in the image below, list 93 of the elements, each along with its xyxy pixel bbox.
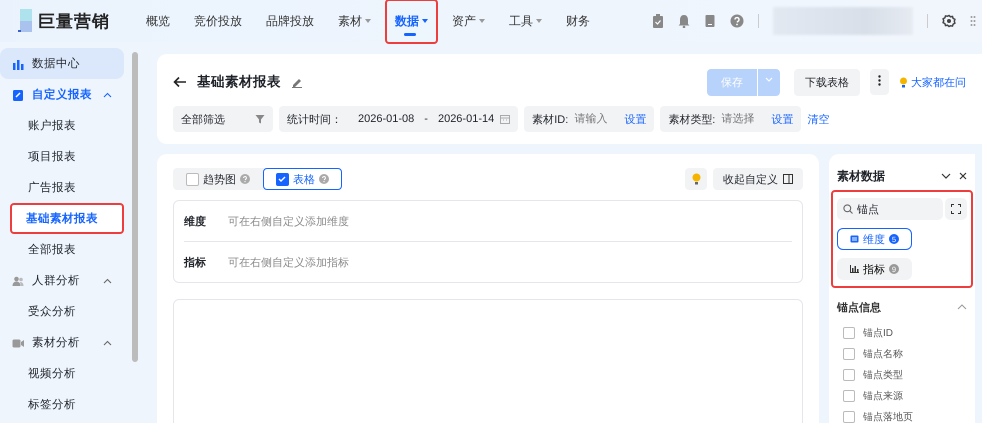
sidebar-item[interactable]: 标签分析	[0, 389, 124, 420]
close-icon[interactable]	[959, 172, 967, 180]
nav-tab[interactable]: 竞价投放	[184, 4, 252, 38]
sidebar-item[interactable]: 数据中心	[0, 48, 124, 79]
nav-tab[interactable]: 数据	[385, 0, 438, 44]
brand-name: 巨量营销	[38, 10, 110, 32]
bar-chart-icon	[12, 58, 24, 70]
option-label: 锚点落地页	[863, 410, 913, 423]
sidebar-item[interactable]: 受众分析	[0, 296, 124, 327]
help-icon[interactable]	[730, 14, 744, 28]
date-range-field[interactable]: 统计时间： 2026-01-08 - 2026-01-14	[279, 106, 518, 132]
view-toggle[interactable]: 趋势图	[173, 168, 263, 190]
nav-tab[interactable]: 素材	[328, 4, 381, 38]
sidebar-item[interactable]: 视频分析	[0, 358, 124, 389]
hint-text: 可在右侧自定义添加维度	[228, 214, 349, 228]
bar-chart-icon	[850, 265, 859, 273]
input-field[interactable]: 请输入	[574, 113, 618, 125]
people-icon	[12, 274, 24, 286]
sidebar-item[interactable]: 全部报表	[0, 234, 124, 265]
checkbox[interactable]	[276, 172, 289, 186]
help-icon[interactable]	[240, 174, 250, 184]
calendar-icon	[500, 114, 510, 124]
grid-icon[interactable]	[970, 14, 976, 28]
caret-icon	[536, 19, 542, 23]
filter-icon	[255, 114, 265, 124]
checkbox[interactable]	[843, 390, 855, 402]
field-label: 素材类型:	[668, 112, 716, 126]
list-icon	[850, 235, 859, 243]
option-label: 锚点ID	[863, 326, 893, 340]
panel-title: 素材数据	[837, 168, 885, 184]
view-toggle[interactable]: 表格	[263, 168, 342, 190]
nav-tab[interactable]: 概览	[136, 4, 180, 38]
option-label: 锚点名称	[863, 348, 903, 360]
nav-tab[interactable]: 财务	[556, 4, 600, 38]
panel-icon	[783, 174, 793, 184]
caret-icon	[365, 19, 371, 23]
expand-icon	[951, 204, 961, 214]
lightbulb-icon	[899, 76, 908, 88]
more-button[interactable]	[870, 69, 889, 95]
set-link[interactable]: 设置	[624, 112, 646, 126]
nav-tab[interactable]: 资产	[442, 4, 495, 38]
lightbulb-icon	[692, 173, 700, 185]
collapse-icon[interactable]	[957, 304, 967, 310]
sidebar-item[interactable]: 项目报表	[0, 141, 124, 172]
checkbox[interactable]	[186, 172, 199, 186]
caret-icon	[422, 19, 428, 23]
document-icon	[12, 88, 24, 100]
collapse-icon[interactable]	[103, 278, 112, 284]
faq-link[interactable]: 大家都在问	[899, 74, 966, 90]
chevron-down-icon[interactable]	[941, 173, 951, 179]
input-field[interactable]: 请选择	[721, 113, 766, 125]
sidebar-group[interactable]: 自定义报表	[0, 79, 124, 110]
sidebar-item[interactable]: 基础素材报表	[10, 203, 124, 234]
edit-icon[interactable]	[291, 76, 303, 88]
clipboard-icon[interactable]	[652, 14, 664, 28]
hint-text: 可在右侧自定义添加指标	[228, 256, 349, 270]
field-label: 素材ID:	[532, 112, 568, 126]
check-icon	[277, 174, 287, 184]
section-title: 锚点信息	[837, 300, 881, 314]
checkbox[interactable]	[843, 348, 855, 360]
nav-tab[interactable]: 工具	[499, 4, 552, 38]
video-camera-icon	[12, 336, 24, 348]
document-icon[interactable]	[704, 14, 716, 28]
sidebar-group[interactable]: 人群分析	[0, 265, 124, 296]
sidebar-item[interactable]: 账户报表	[0, 110, 124, 141]
scrollbar[interactable]	[132, 52, 138, 362]
more-icon	[878, 75, 881, 86]
fullscreen-button[interactable]	[945, 198, 967, 220]
set-link[interactable]: 设置	[771, 112, 794, 126]
search-icon	[843, 204, 853, 214]
collapse-icon[interactable]	[103, 340, 112, 346]
collapse-icon[interactable]	[103, 92, 112, 98]
checkbox[interactable]	[843, 410, 855, 422]
back-arrow-icon[interactable]	[173, 76, 187, 88]
sidebar-item[interactable]: 广告报表	[0, 172, 124, 203]
sidebar-group[interactable]: 素材分析	[0, 327, 124, 358]
clear-link[interactable]: 清空	[807, 112, 830, 126]
page-title: 基础素材报表	[197, 73, 281, 91]
checkbox[interactable]	[843, 368, 855, 380]
logo-icon	[18, 9, 34, 33]
caret-icon	[479, 19, 485, 23]
tip-button[interactable]	[685, 168, 707, 190]
nav-tab[interactable]: 品牌投放	[256, 4, 324, 38]
option-label: 锚点来源	[863, 390, 903, 402]
download-button[interactable]: 下载表格	[794, 68, 860, 96]
help-icon[interactable]	[319, 174, 329, 184]
checkbox[interactable]	[843, 326, 855, 338]
bell-icon[interactable]	[678, 14, 690, 28]
settings-icon[interactable]	[942, 14, 956, 28]
search-field[interactable]: 锚点	[837, 198, 943, 220]
filter-dropdown[interactable]: 全部筛选	[173, 106, 273, 132]
option-label: 锚点类型	[863, 368, 903, 382]
collapse-button[interactable]: 收起自定义	[713, 168, 803, 190]
